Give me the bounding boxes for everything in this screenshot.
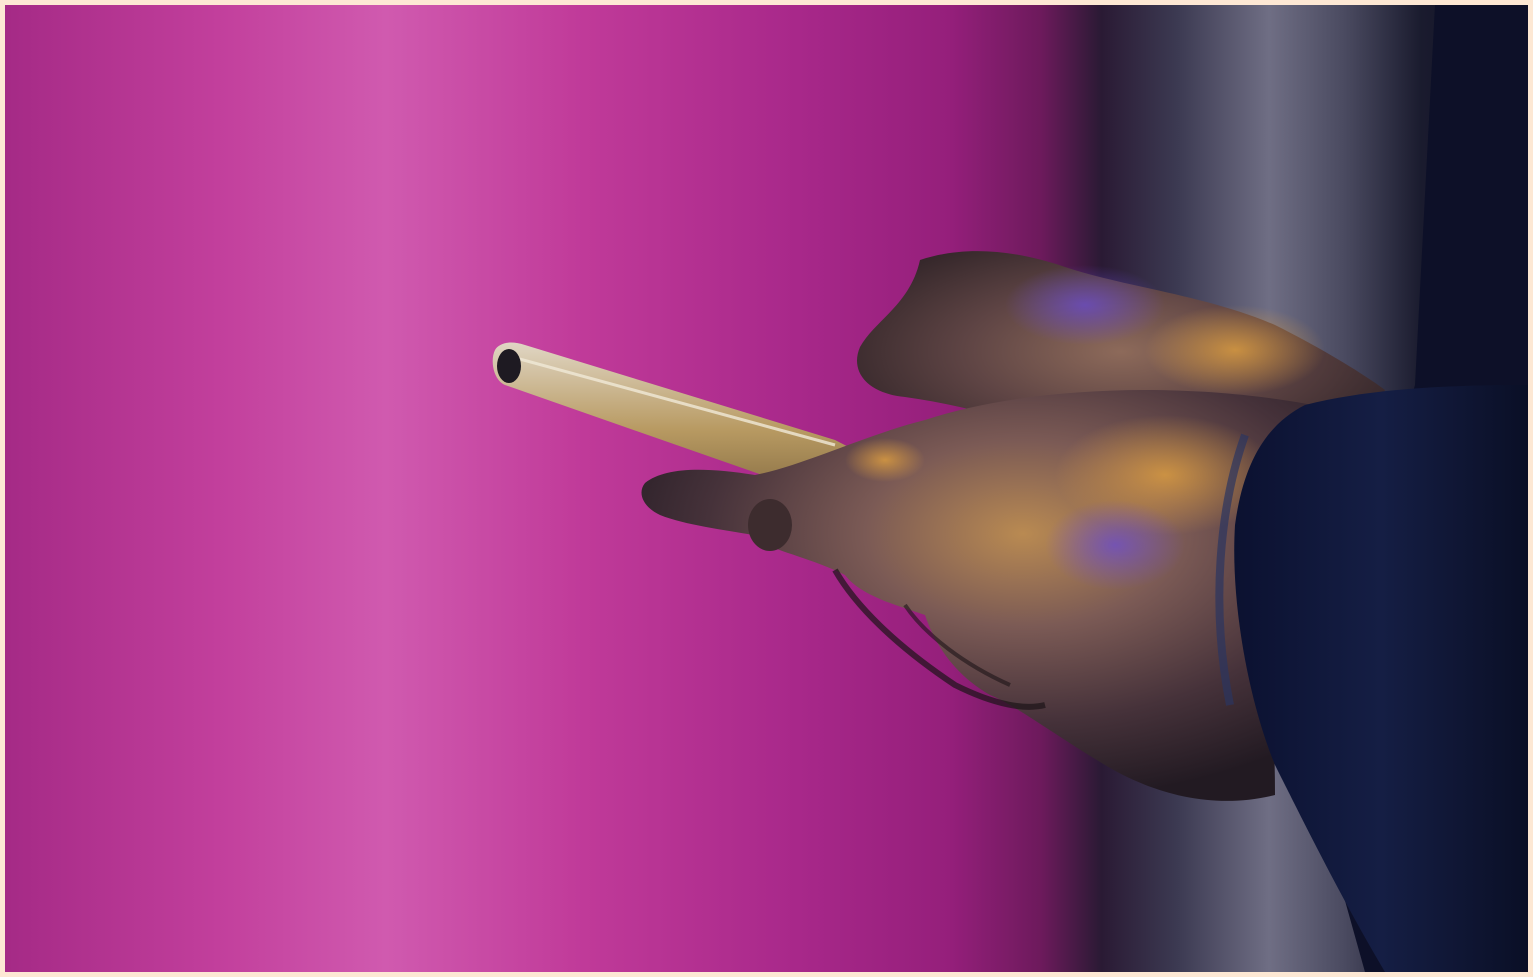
photo-illustration xyxy=(5,5,1528,972)
phone-edge xyxy=(497,349,521,383)
photo xyxy=(5,5,1528,972)
photo-frame xyxy=(0,0,1533,977)
